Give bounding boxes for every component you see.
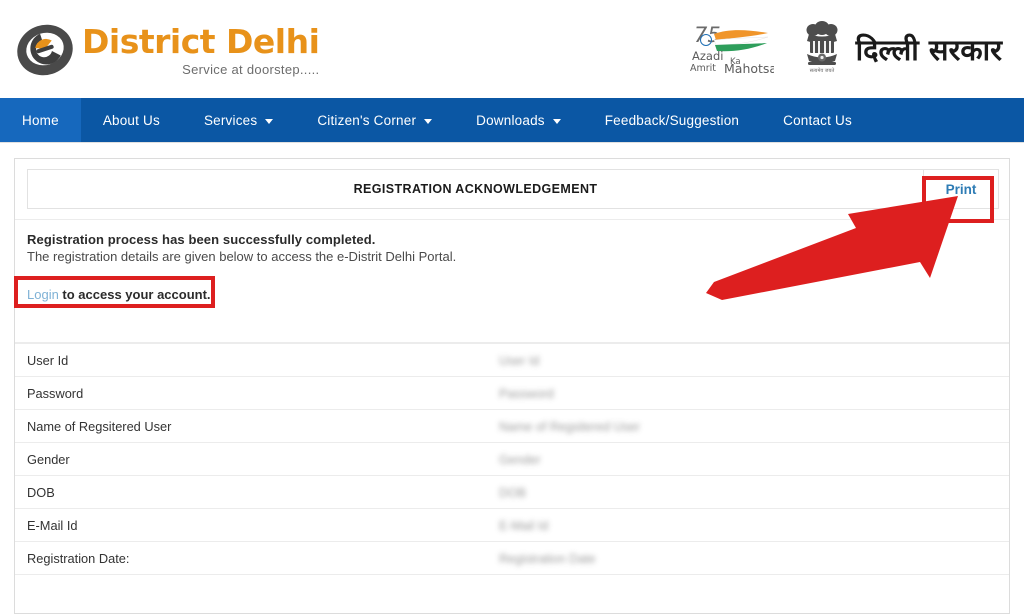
detail-value-cell: DOB [487, 475, 1009, 509]
status-message-block: Registration process has been successful… [15, 219, 1009, 309]
detail-label: Name of Regsitered User [15, 409, 487, 443]
print-button[interactable]: Print [946, 182, 977, 197]
svg-text:Amrit: Amrit [690, 63, 716, 74]
detail-value-redacted: User Id [499, 353, 540, 368]
detail-value-cell: E-Mail Id [487, 508, 1009, 542]
table-row: User Id User Id [15, 343, 1009, 377]
nav-item-home[interactable]: Home [0, 98, 81, 142]
acknowledgement-header-row: REGISTRATION ACKNOWLEDGEMENT Print [15, 159, 1009, 219]
detail-value-redacted: Registration Date [499, 551, 596, 566]
ashoka-emblem-icon: सत्यमेव जयते [800, 20, 844, 78]
table-row: Name of Regsitered User Name of Regsiter… [15, 409, 1009, 443]
table-row: DOB DOB [15, 475, 1009, 509]
svg-text:Mahotsav: Mahotsav [724, 61, 774, 76]
govt-title: दिल्ली सरकार [855, 32, 1002, 67]
page-body: REGISTRATION ACKNOWLEDGEMENT Print Regis… [0, 142, 1024, 614]
print-button-cell[interactable]: Print [924, 169, 999, 209]
detail-label: Registration Date: [15, 541, 487, 575]
detail-value-redacted: Password [499, 386, 554, 401]
table-row: Password Password [15, 376, 1009, 410]
brand-logo-block[interactable]: District Delhi Service at doorstep..... [14, 19, 320, 79]
nav-item-label: Downloads [476, 112, 545, 128]
nav-item-label: Citizen's Corner [317, 112, 417, 128]
detail-value-redacted: E-Mail Id [499, 518, 549, 533]
detail-label: DOB [15, 475, 487, 509]
login-instruction-rest: to access your account. [58, 287, 211, 302]
page-title: REGISTRATION ACKNOWLEDGEMENT [353, 182, 598, 196]
nav-item-label: About Us [102, 112, 160, 128]
site-header: District Delhi Service at doorstep..... … [0, 0, 1024, 98]
nav-item-label: Services [203, 112, 258, 128]
nav-item-label: Home [22, 112, 59, 128]
nav-item-label: Contact Us [783, 112, 852, 128]
emblem-caption: सत्यमेव जयते [809, 67, 834, 74]
chevron-down-icon [552, 118, 561, 124]
registration-details-table: User Id User Id Password Password Name o… [15, 343, 1009, 575]
nav-item-feedback-suggestion[interactable]: Feedback/Suggestion [583, 98, 761, 142]
chevron-down-icon [265, 118, 274, 124]
detail-label: E-Mail Id [15, 508, 487, 542]
separator-row [15, 318, 1009, 343]
login-instruction: Login to access your account. [14, 280, 227, 309]
detail-value-cell: Password [487, 376, 1009, 410]
nav-item-downloads[interactable]: Downloads [454, 98, 583, 142]
detail-label: User Id [15, 343, 487, 377]
delhi-government-block: सत्यमेव जयते दिल्ली सरकार [800, 20, 1002, 78]
main-navigation: Home About Us Services Citizen's Corner … [0, 98, 1024, 142]
detail-value-cell: Registration Date [487, 541, 1009, 575]
login-link[interactable]: Login [27, 287, 59, 302]
detail-value-redacted: Name of Regsitered User [499, 419, 641, 434]
e-district-logo-icon [14, 19, 76, 79]
nav-item-contact-us[interactable]: Contact Us [761, 98, 874, 142]
table-row: Registration Date: Registration Date [15, 541, 1009, 575]
detail-label: Gender [15, 442, 487, 476]
success-message: Registration process has been successful… [27, 232, 376, 247]
detail-value-redacted: Gender [499, 452, 541, 467]
detail-value-redacted: DOB [499, 485, 527, 500]
detail-message: The registration details are given below… [27, 249, 457, 264]
chevron-down-icon [424, 118, 433, 124]
nav-item-services[interactable]: Services [182, 98, 295, 142]
azadi-ka-amrit-mahotsav-icon: 75 Azadi Ka Amrit Mahotsav [688, 20, 785, 78]
table-row: E-Mail Id E-Mail Id [15, 508, 1009, 542]
acknowledgement-card: REGISTRATION ACKNOWLEDGEMENT Print Regis… [14, 158, 1010, 614]
detail-label: Password [15, 376, 487, 410]
svg-text:Azadi: Azadi [692, 49, 723, 63]
detail-value-cell: Name of Regsitered User [487, 409, 1009, 443]
brand-title: District Delhi [82, 21, 320, 61]
nav-item-label: Feedback/Suggestion [604, 112, 740, 128]
nav-item-about-us[interactable]: About Us [81, 98, 182, 142]
header-right-logos: 75 Azadi Ka Amrit Mahotsav [688, 20, 1010, 78]
detail-value-cell: Gender [487, 442, 1009, 476]
acknowledgement-title-box: REGISTRATION ACKNOWLEDGEMENT [27, 169, 924, 209]
detail-value-cell: User Id [487, 343, 1009, 377]
table-footer-spacer [15, 575, 1009, 613]
table-row: Gender Gender [15, 442, 1009, 476]
brand-tagline: Service at doorstep..... [182, 61, 320, 77]
nav-item-citizens-corner[interactable]: Citizen's Corner [295, 98, 454, 142]
